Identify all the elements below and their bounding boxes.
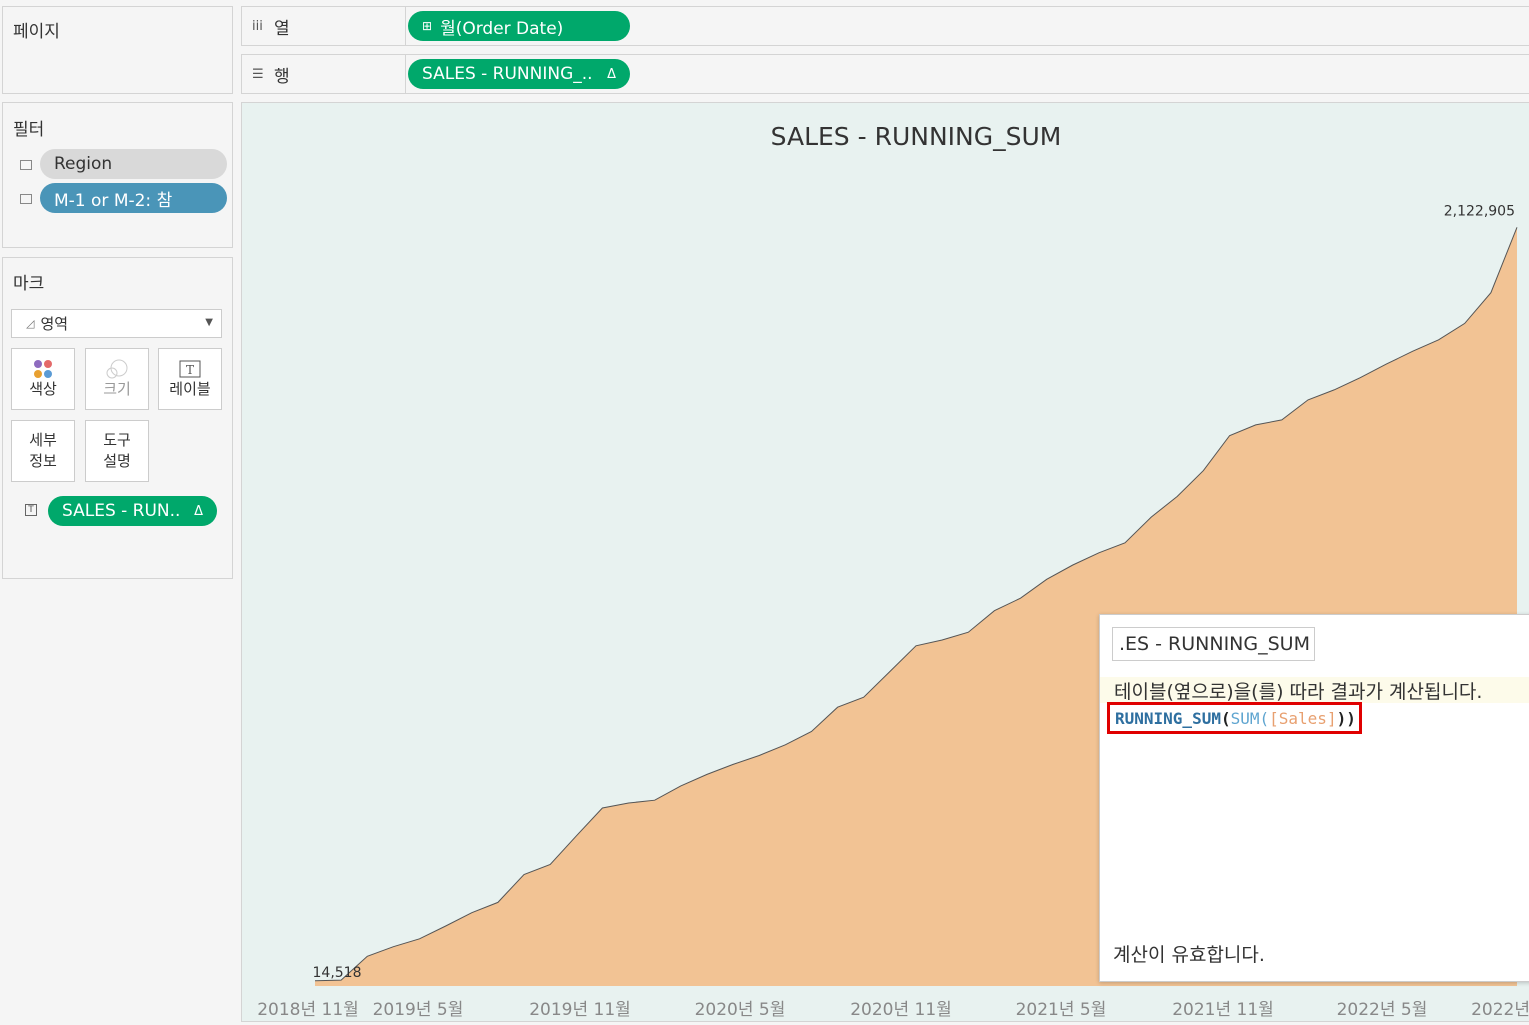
- filter-pill-region[interactable]: Region: [40, 149, 227, 179]
- expand-icon: ⊞: [422, 19, 433, 33]
- chart-title: SALES - RUNNING_SUM: [771, 122, 1062, 151]
- order-date-pill-label: 월(Order Date): [440, 18, 564, 39]
- order-date-pill[interactable]: ⊞ 월(Order Date): [408, 11, 630, 41]
- x-tick-label: 2019년 5월: [373, 1000, 464, 1020]
- x-tick-label: 2021년 11월: [1172, 1000, 1274, 1020]
- columns-label-text: 열: [274, 18, 290, 39]
- detail-card-label-2: 정보: [29, 452, 57, 470]
- mark-type-dropdown[interactable]: ◿ 영역 ▼: [11, 309, 222, 338]
- rows-label-text: 행: [274, 66, 290, 87]
- x-tick-label: 2019년 11월: [529, 1000, 631, 1020]
- formula-keyword: RUNNING_SUM: [1115, 708, 1221, 728]
- pages-panel: 페이지: [2, 6, 233, 94]
- chevron-down-icon: ▼: [205, 317, 213, 328]
- formula-open-paren: (: [1220, 708, 1231, 728]
- color-icon: [34, 359, 52, 378]
- columns-shelf[interactable]: iii 열 ⊞ 월(Order Date): [241, 6, 1529, 46]
- filter-icon: [20, 194, 32, 204]
- color-card[interactable]: 색상: [11, 348, 75, 410]
- detail-card[interactable]: 세부 정보: [11, 420, 75, 482]
- pages-title: 페이지: [13, 22, 60, 42]
- marks-panel: 마크: [2, 257, 233, 579]
- tooltip-card[interactable]: 도구 설명: [85, 420, 149, 482]
- filter-pill-region-label: Region: [54, 154, 113, 174]
- filter-pill-m1-m2[interactable]: M-1 or M-2: 참: [40, 183, 227, 213]
- calc-formula[interactable]: RUNNING_SUM(SUM([Sales])): [1107, 702, 1362, 734]
- label-card-label: 레이블: [169, 379, 211, 398]
- text-mark-icon: T: [25, 504, 37, 516]
- size-card[interactable]: 크기: [85, 348, 149, 410]
- x-tick-label: 2020년 11월: [850, 1000, 952, 1020]
- sales-running-pill-label: SALES - RUNNING_..: [422, 64, 593, 84]
- calc-tooltip: .ES - RUNNING_SUM 테이블(옆으로)을(를) 따라 결과가 계산…: [1099, 614, 1529, 982]
- columns-icon: iii: [252, 18, 263, 34]
- x-tick-label: 2020년 5월: [695, 1000, 786, 1020]
- filter-pill-m1-m2-label: M-1 or M-2: 참: [54, 190, 173, 211]
- size-card-label: 크기: [103, 379, 131, 398]
- delta-icon: Δ: [194, 503, 203, 519]
- filter-icon: [20, 160, 32, 170]
- calc-status: 계산이 유효합니다.: [1113, 944, 1265, 966]
- x-tick-label: 2022년: [1471, 1000, 1529, 1020]
- tooltip-card-label-2: 설명: [103, 452, 131, 470]
- marks-sales-pill[interactable]: SALES - RUN.. Δ: [48, 496, 217, 526]
- rows-icon: ☰: [252, 66, 264, 82]
- detail-card-label-1: 세부: [29, 431, 57, 449]
- data-label: 14,518: [313, 965, 362, 981]
- marks-title: 마크: [13, 274, 45, 294]
- tooltip-card-label-1: 도구: [103, 431, 131, 449]
- area-icon: ◿: [26, 317, 35, 330]
- rows-shelf[interactable]: ☰ 행 SALES - RUNNING_.. Δ: [241, 54, 1529, 94]
- filters-title: 필터: [13, 120, 45, 140]
- text-label-icon: T: [179, 360, 201, 377]
- delta-icon: Δ: [607, 66, 616, 82]
- color-card-label: 색상: [29, 379, 57, 398]
- calc-description: 테이블(옆으로)을(를) 따라 결과가 계산됩니다.: [1100, 677, 1529, 703]
- sales-running-pill[interactable]: SALES - RUNNING_.. Δ: [408, 59, 630, 89]
- formula-function: SUM(: [1230, 708, 1270, 728]
- rows-shelf-label: ☰ 행: [242, 55, 406, 93]
- svg-text:T: T: [186, 363, 194, 377]
- columns-shelf-label: iii 열: [242, 7, 406, 45]
- filters-panel: 필터 Region M-1 or M-2: 참: [2, 102, 233, 248]
- x-tick-label: 2022년 5월: [1337, 1000, 1428, 1020]
- label-card[interactable]: T 레이블: [158, 348, 222, 410]
- data-label: 2,122,905: [1444, 203, 1515, 219]
- calc-name-field[interactable]: .ES - RUNNING_SUM: [1112, 627, 1315, 661]
- marks-sales-pill-label: SALES - RUN..: [62, 501, 181, 521]
- size-icon: [106, 359, 128, 378]
- formula-close-paren: )): [1336, 708, 1356, 728]
- x-tick-label: 2021년 5월: [1016, 1000, 1107, 1020]
- mark-type-label: 영역: [40, 315, 69, 333]
- formula-field: [Sales]: [1269, 708, 1337, 728]
- x-tick-label: 2018년 11월: [257, 1000, 359, 1020]
